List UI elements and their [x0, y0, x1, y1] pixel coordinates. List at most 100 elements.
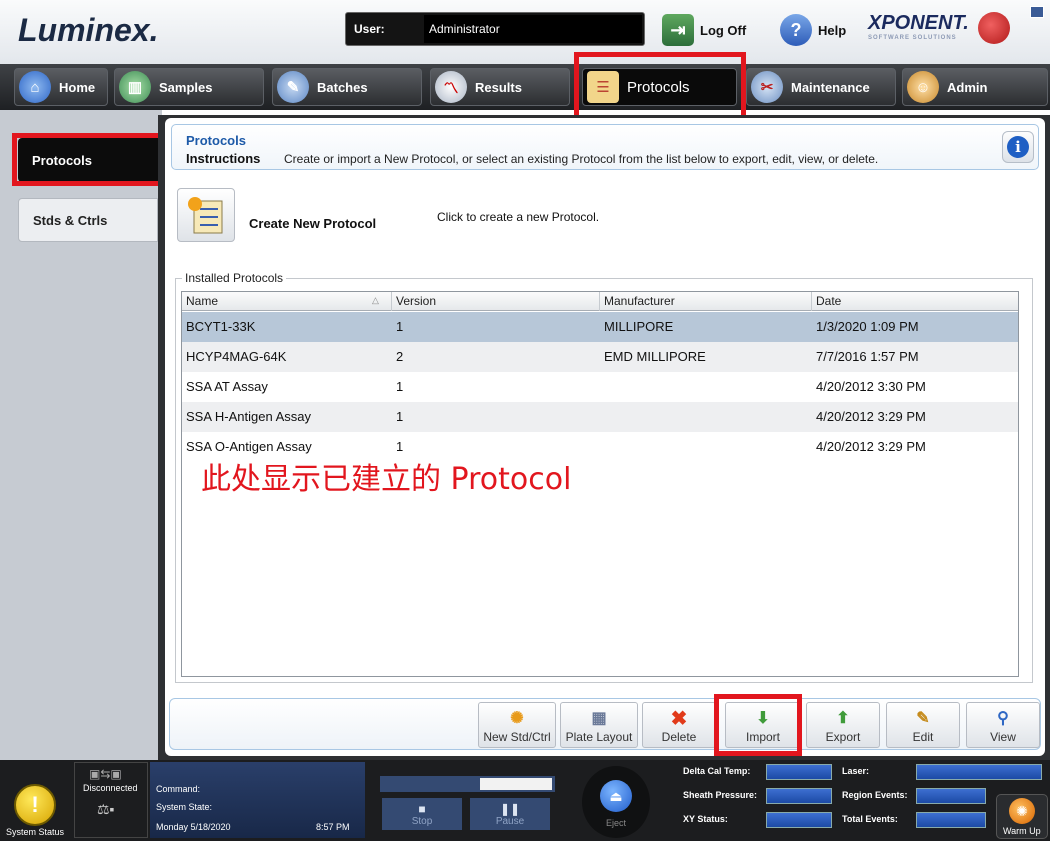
- tab-batches[interactable]: ✎ Batches: [272, 68, 422, 106]
- create-protocol-label[interactable]: Create New Protocol: [249, 216, 376, 231]
- col-version[interactable]: Version: [392, 292, 600, 311]
- help-icon: ?: [780, 14, 812, 46]
- tab-samples[interactable]: ▥ Samples: [114, 68, 264, 106]
- stop-label: Stop: [411, 815, 433, 827]
- maintenance-icon: ✂: [751, 71, 783, 103]
- batches-icon: ✎: [277, 71, 309, 103]
- cell-version: 1: [396, 379, 404, 394]
- table-row[interactable]: SSA AT Assay 1 4/20/2012 3:30 PM: [182, 372, 1018, 402]
- annotation-text: 此处显示已建立的 Protocol: [201, 462, 572, 497]
- user-box: User: Administrator: [345, 12, 645, 46]
- sidebar-item-stds-ctrls[interactable]: Stds & Ctrls: [18, 198, 158, 242]
- sheath-pressure-value: [766, 788, 832, 804]
- table-row[interactable]: HCYP4MAG-64K 2 EMD MILLIPORE 7/7/2016 1:…: [182, 342, 1018, 372]
- protocol-list-icon: [188, 197, 223, 234]
- create-protocol-desc: Click to create a new Protocol.: [437, 210, 600, 224]
- table-row[interactable]: BCYT1-33K 1 MILLIPORE 1/3/2020 1:09 PM: [182, 312, 1018, 342]
- results-icon: 〽: [435, 71, 467, 103]
- export-button[interactable]: ⬆ Export: [806, 702, 880, 748]
- cell-date: 7/7/2016 1:57 PM: [816, 349, 919, 364]
- delete-button[interactable]: ✖ Delete: [642, 702, 716, 748]
- xponent-logo: XPONENT. SOFTWARE SOLUTIONS: [868, 12, 1013, 48]
- laser-label: Laser:: [842, 766, 870, 776]
- create-new-protocol-button[interactable]: [177, 188, 235, 242]
- cell-name: SSA H-Antigen Assay: [186, 409, 312, 424]
- region-events-value: [916, 788, 986, 804]
- delta-cal-temp-label: Delta Cal Temp:: [683, 766, 751, 776]
- brand-dot-icon: [978, 12, 1010, 44]
- region-events-label: Region Events:: [842, 790, 908, 800]
- import-icon: ⬇: [756, 710, 770, 727]
- view-button[interactable]: ⚲ View: [966, 702, 1040, 748]
- status-bar: ! System Status ▣⇆▣ Disconnected ⚖▪ Comm…: [0, 760, 1050, 841]
- tab-samples-label: Samples: [159, 79, 213, 95]
- info-button[interactable]: i: [1002, 131, 1034, 163]
- date-label: Monday 5/18/2020: [156, 822, 231, 832]
- logoff-button[interactable]: ⇥ Log Off: [662, 14, 746, 46]
- plate-layout-icon: ▦: [591, 710, 607, 727]
- warm-up-icon: ✺: [1009, 798, 1035, 824]
- user-label: User:: [354, 22, 385, 36]
- admin-icon: ☺: [907, 71, 939, 103]
- warning-icon: !: [14, 784, 56, 826]
- cell-manufacturer: EMD MILLIPORE: [604, 349, 706, 364]
- col-name[interactable]: Name: [182, 292, 392, 311]
- delete-label: Delete: [661, 730, 697, 744]
- minimize-button[interactable]: [1030, 6, 1044, 18]
- tab-home-label: Home: [59, 79, 96, 95]
- logoff-label: Log Off: [700, 22, 747, 38]
- stop-button[interactable]: ■ Stop: [382, 798, 462, 830]
- command-label: Command:: [156, 784, 201, 794]
- sidebar-item-protocols[interactable]: Protocols: [18, 138, 158, 182]
- pause-icon: ❚❚: [499, 801, 521, 816]
- tab-home[interactable]: ⌂ Home: [14, 68, 108, 106]
- scale-icon: ⚖▪: [97, 801, 115, 817]
- sheath-pressure-label: Sheath Pressure:: [683, 790, 758, 800]
- instructions-text: Create or import a New Protocol, or sele…: [284, 152, 879, 166]
- tab-admin[interactable]: ☺ Admin: [902, 68, 1048, 106]
- col-manufacturer[interactable]: Manufacturer: [600, 292, 812, 311]
- time-label: 8:57 PM: [316, 822, 350, 832]
- new-std-ctrl-label: New Std/Ctrl: [483, 730, 551, 744]
- cell-date: 4/20/2012 3:29 PM: [816, 409, 926, 424]
- samples-icon: ▥: [119, 71, 151, 103]
- new-std-ctrl-icon: ✺: [510, 710, 524, 727]
- pause-button[interactable]: ❚❚ Pause: [470, 798, 550, 830]
- main-area: Protocols Instructions Create or import …: [158, 115, 1050, 760]
- luminex-logo: Luminex.: [18, 12, 159, 48]
- help-button[interactable]: ? Help: [780, 14, 846, 46]
- stop-icon: ■: [418, 801, 426, 816]
- cell-version: 1: [396, 409, 404, 424]
- eject-button[interactable]: ⏏: [600, 780, 632, 812]
- sidebar-item-label: Stds & Ctrls: [33, 212, 108, 228]
- warm-up-label: Warm Up: [1003, 826, 1041, 836]
- tab-results[interactable]: 〽 Results: [430, 68, 570, 106]
- table-row[interactable]: SSA H-Antigen Assay 1 4/20/2012 3:29 PM: [182, 402, 1018, 432]
- tab-protocols[interactable]: ☰ Protocols: [582, 68, 737, 106]
- cell-date: 4/20/2012 3:30 PM: [816, 379, 926, 394]
- new-std-ctrl-button[interactable]: ✺ New Std/Ctrl: [478, 702, 556, 748]
- edit-button[interactable]: ✎ Edit: [886, 702, 960, 748]
- table-header: Name △ Version Manufacturer Date: [182, 292, 1018, 311]
- tab-maintenance[interactable]: ✂ Maintenance: [746, 68, 896, 106]
- warm-up-button[interactable]: ✺ Warm Up: [996, 794, 1048, 839]
- export-label: Export: [825, 730, 861, 744]
- tab-results-label: Results: [475, 79, 522, 95]
- system-status[interactable]: ! System Status: [0, 760, 70, 841]
- col-date[interactable]: Date: [812, 292, 1018, 311]
- sidebar-item-label: Protocols: [32, 152, 92, 168]
- view-label: View: [990, 730, 1016, 744]
- app-header: Luminex. User: Administrator ⇥ Log Off ?…: [0, 0, 1050, 64]
- xy-status-value: [766, 812, 832, 828]
- delta-cal-temp-value: [766, 764, 832, 780]
- command-area: Command: System State: Monday 5/18/2020 …: [150, 762, 365, 838]
- plate-layout-button[interactable]: ▦ Plate Layout: [560, 702, 638, 748]
- sort-ascending-icon: △: [372, 295, 379, 305]
- cell-version: 1: [396, 319, 404, 334]
- total-events-label: Total Events:: [842, 814, 898, 824]
- cell-name: SSA AT Assay: [186, 379, 268, 394]
- system-state-label: System State:: [156, 802, 213, 812]
- eject-control: ⏏ Eject: [582, 766, 650, 838]
- import-button[interactable]: ⬇ Import: [725, 702, 801, 748]
- pause-label: Pause: [495, 815, 525, 827]
